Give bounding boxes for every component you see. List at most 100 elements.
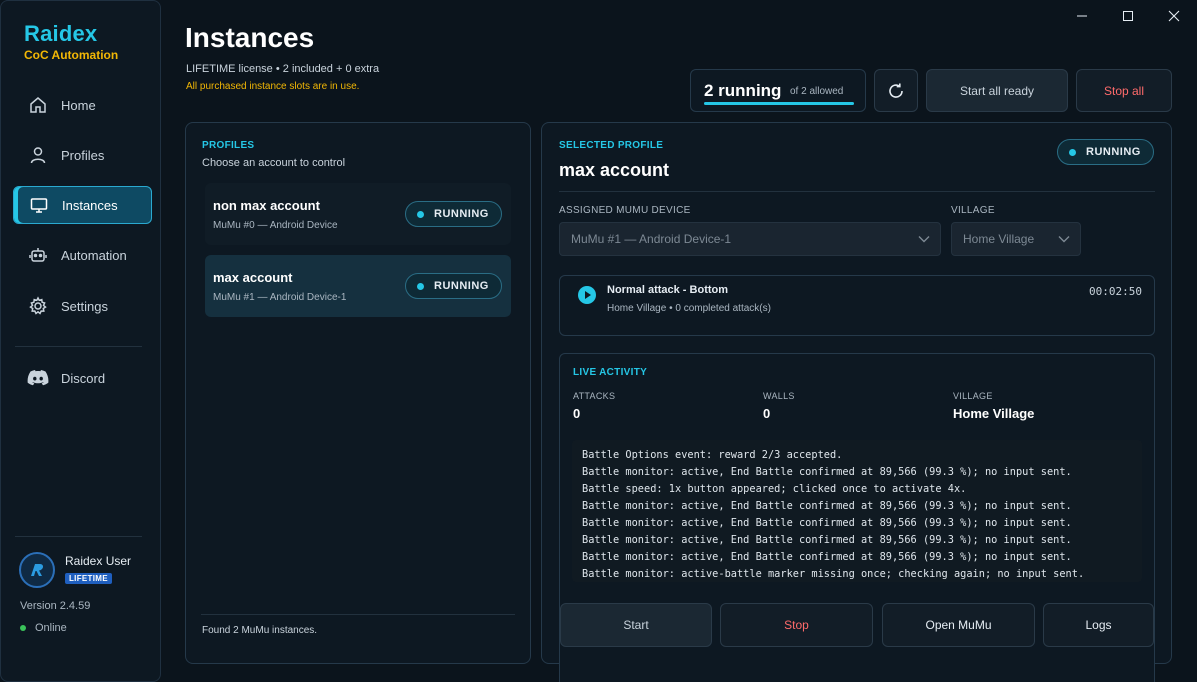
device-field-label: ASSIGNED MUMU DEVICE bbox=[559, 205, 691, 216]
profiles-footer-divider bbox=[201, 614, 515, 615]
profile-device: MuMu #1 — Android Device-1 bbox=[213, 292, 347, 303]
current-task: Normal attack - Bottom Home Village • 0 … bbox=[559, 275, 1155, 336]
task-timer: 00:02:50 bbox=[1089, 285, 1142, 298]
running-count: 2 running bbox=[704, 81, 782, 100]
user-card[interactable]: Raidex User LIFETIME bbox=[19, 552, 131, 588]
page-title: Instances bbox=[185, 22, 315, 53]
discord-icon bbox=[27, 367, 49, 389]
online-dot-icon bbox=[20, 625, 26, 631]
nav-home-label: Home bbox=[61, 97, 96, 113]
profiles-panel: PROFILES Choose an account to control no… bbox=[185, 122, 531, 664]
app-version: Version 2.4.59 bbox=[20, 600, 91, 612]
minimize-button[interactable] bbox=[1067, 6, 1097, 26]
nav-instances[interactable]: Instances bbox=[13, 186, 152, 224]
log-line: Battle Options event: reward 2/3 accepte… bbox=[582, 449, 843, 461]
running-counter: 2 running of 2 allowed bbox=[690, 69, 866, 112]
nav-discord[interactable]: Discord bbox=[13, 359, 152, 397]
log-line: Battle monitor: active, End Battle confi… bbox=[582, 534, 1072, 546]
profile-name: non max account bbox=[213, 198, 320, 213]
sidebar: Raidex CoC Automation Home Profiles Inst… bbox=[0, 0, 161, 682]
walls-label: WALLS bbox=[763, 391, 795, 401]
nav-settings[interactable]: Settings bbox=[13, 287, 152, 325]
status-badge: RUNNING bbox=[405, 273, 502, 299]
user-name: Raidex User bbox=[65, 554, 132, 568]
brand-name: Raidex bbox=[24, 21, 98, 46]
task-subtitle: Home Village • 0 completed attack(s) bbox=[607, 303, 771, 314]
log-line: Battle speed: 1x button appeared; clicke… bbox=[582, 483, 967, 495]
status-badge-label: RUNNING bbox=[434, 208, 489, 220]
profiles-footer: Found 2 MuMu instances. bbox=[202, 625, 318, 636]
running-progress bbox=[704, 102, 854, 105]
village-select[interactable]: Home Village bbox=[951, 222, 1081, 256]
open-mumu-button[interactable]: Open MuMu bbox=[882, 603, 1035, 647]
village-stat-label: VILLAGE bbox=[953, 391, 993, 401]
minimize-icon bbox=[1077, 15, 1087, 17]
nav-settings-label: Settings bbox=[61, 298, 108, 314]
stop-button[interactable]: Stop bbox=[720, 603, 873, 647]
log-line: Battle monitor: active, End Battle confi… bbox=[582, 500, 1072, 512]
status-badge: RUNNING bbox=[405, 201, 502, 227]
detail-divider bbox=[559, 191, 1155, 192]
sidebar-divider bbox=[15, 346, 142, 347]
status-badge-label: RUNNING bbox=[1086, 146, 1141, 158]
maximize-icon bbox=[1123, 11, 1133, 21]
nav-automation-label: Automation bbox=[61, 247, 127, 263]
running-progress-fill bbox=[704, 102, 854, 105]
nav-home[interactable]: Home bbox=[13, 86, 152, 124]
selected-profile-panel: SELECTED PROFILE max account RUNNING ASS… bbox=[541, 122, 1172, 682]
maximize-button[interactable] bbox=[1113, 6, 1143, 26]
refresh-button[interactable] bbox=[874, 69, 918, 112]
robot-icon bbox=[27, 244, 49, 266]
gear-icon bbox=[27, 295, 49, 317]
profile-card[interactable]: max account MuMu #1 — Android Device-1 R… bbox=[205, 255, 511, 317]
chevron-down-icon bbox=[918, 236, 930, 243]
user-icon bbox=[27, 144, 49, 166]
sidebar-divider bbox=[15, 536, 142, 537]
monitor-icon bbox=[28, 194, 50, 216]
refresh-icon bbox=[889, 83, 903, 98]
device-select[interactable]: MuMu #1 — Android Device-1 bbox=[559, 222, 941, 256]
license-badge: LIFETIME bbox=[65, 573, 112, 584]
profile-card[interactable]: non max account MuMu #0 — Android Device… bbox=[205, 183, 511, 245]
attacks-label: ATTACKS bbox=[573, 391, 616, 401]
device-select-value: MuMu #1 — Android Device-1 bbox=[571, 232, 732, 246]
selected-section-label: SELECTED PROFILE bbox=[559, 140, 664, 151]
chevron-down-icon bbox=[1058, 236, 1070, 243]
village-stat-value: Home Village bbox=[953, 406, 1035, 421]
village-select-value: Home Village bbox=[963, 232, 1035, 246]
avatar bbox=[19, 552, 55, 588]
log-line: Battle monitor: active, End Battle confi… bbox=[582, 466, 1072, 478]
profiles-section-label: PROFILES bbox=[202, 140, 255, 151]
start-all-button[interactable]: Start all ready bbox=[926, 69, 1068, 112]
status-dot-icon bbox=[1069, 148, 1076, 156]
profile-name: max account bbox=[213, 270, 293, 285]
status-dot-icon bbox=[417, 282, 424, 290]
nav-profiles[interactable]: Profiles bbox=[13, 136, 152, 174]
slot-warning: All purchased instance slots are in use. bbox=[186, 81, 360, 92]
nav-instances-label: Instances bbox=[62, 197, 118, 213]
selected-profile-name: max account bbox=[559, 160, 670, 180]
play-icon bbox=[578, 286, 596, 304]
status-badge-label: RUNNING bbox=[434, 280, 489, 292]
close-icon bbox=[1168, 10, 1180, 22]
nav-automation[interactable]: Automation bbox=[13, 236, 152, 274]
live-section-label: LIVE ACTIVITY bbox=[573, 367, 648, 378]
license-info: LIFETIME license • 2 included + 0 extra bbox=[186, 63, 380, 75]
task-name: Normal attack - Bottom bbox=[607, 284, 729, 296]
home-icon bbox=[27, 94, 49, 116]
log-line: Battle monitor: active, End Battle confi… bbox=[582, 551, 1072, 563]
nav-discord-label: Discord bbox=[61, 370, 106, 386]
start-button[interactable]: Start bbox=[560, 603, 712, 647]
brand-subtitle: CoC Automation bbox=[24, 48, 119, 62]
brand: Raidex CoC Automation bbox=[24, 21, 118, 62]
stop-all-button[interactable]: Stop all bbox=[1076, 69, 1172, 112]
close-button[interactable] bbox=[1159, 6, 1189, 26]
status-badge: RUNNING bbox=[1057, 139, 1154, 165]
logs-button[interactable]: Logs bbox=[1043, 603, 1154, 647]
nav-profiles-label: Profiles bbox=[61, 147, 105, 163]
attacks-value: 0 bbox=[573, 406, 581, 421]
running-allowed: of 2 allowed bbox=[790, 86, 844, 97]
connection-status: Online bbox=[20, 622, 67, 634]
status-dot-icon bbox=[417, 210, 424, 218]
activity-log[interactable]: Battle Options event: reward 2/3 accepte… bbox=[572, 440, 1142, 582]
